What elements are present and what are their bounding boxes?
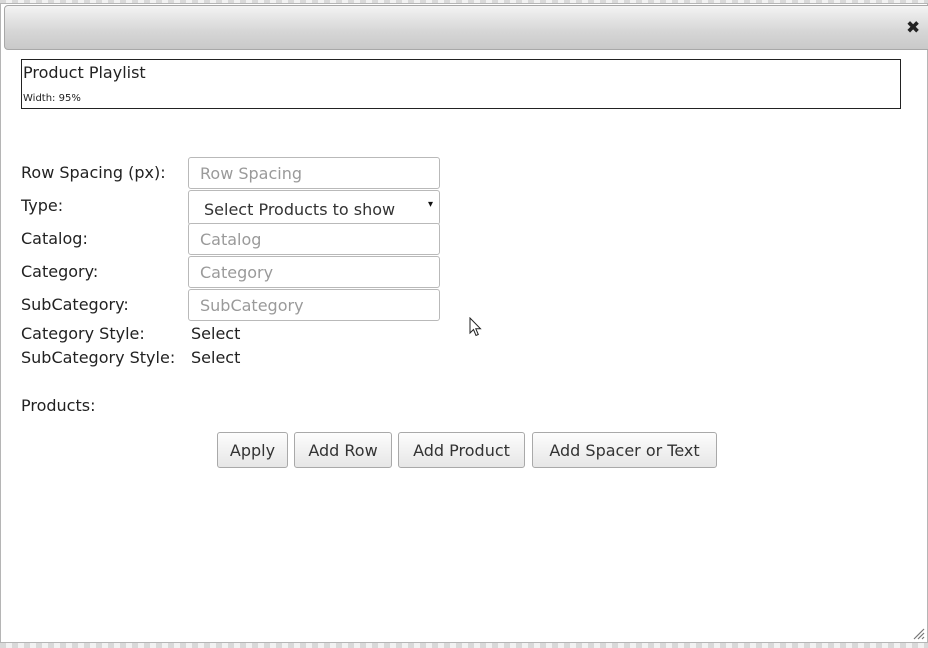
resize-grip-icon[interactable] [913,628,925,640]
page-title: Product Playlist [23,63,146,82]
add-spacer-button[interactable]: Add Spacer or Text [532,432,717,468]
dialog-window: ✖ Product Playlist Width: 95% Row Spacin… [0,3,928,643]
mouse-cursor-icon [469,317,482,337]
row-spacing-label: Row Spacing (px): [21,163,166,182]
width-note: Width: 95% [23,93,81,104]
category-style-label: Category Style: [21,324,145,343]
subcategory-label: SubCategory: [21,295,129,314]
catalog-input[interactable] [188,223,440,255]
add-row-button[interactable]: Add Row [294,432,392,468]
subcategory-style-select[interactable]: Select [191,348,240,367]
products-label: Products: [21,396,96,415]
row-spacing-input[interactable] [188,157,440,189]
close-icon[interactable]: ✖ [906,20,920,37]
subcategory-style-label: SubCategory Style: [21,348,176,367]
catalog-label: Catalog: [21,229,88,248]
type-select-value: Select Products to show [204,200,396,219]
category-input[interactable] [188,256,440,288]
type-label: Type: [21,196,64,215]
type-select[interactable]: Select Products to show ▾ [188,190,440,225]
category-style-select[interactable]: Select [191,324,240,343]
playlist-header: Product Playlist Width: 95% [21,59,901,109]
dialog-titlebar[interactable]: ✖ [4,5,928,50]
apply-button[interactable]: Apply [217,432,288,468]
chevron-down-icon: ▾ [427,199,433,210]
add-product-button[interactable]: Add Product [398,432,525,468]
category-label: Category: [21,262,99,281]
subcategory-input[interactable] [188,289,440,321]
